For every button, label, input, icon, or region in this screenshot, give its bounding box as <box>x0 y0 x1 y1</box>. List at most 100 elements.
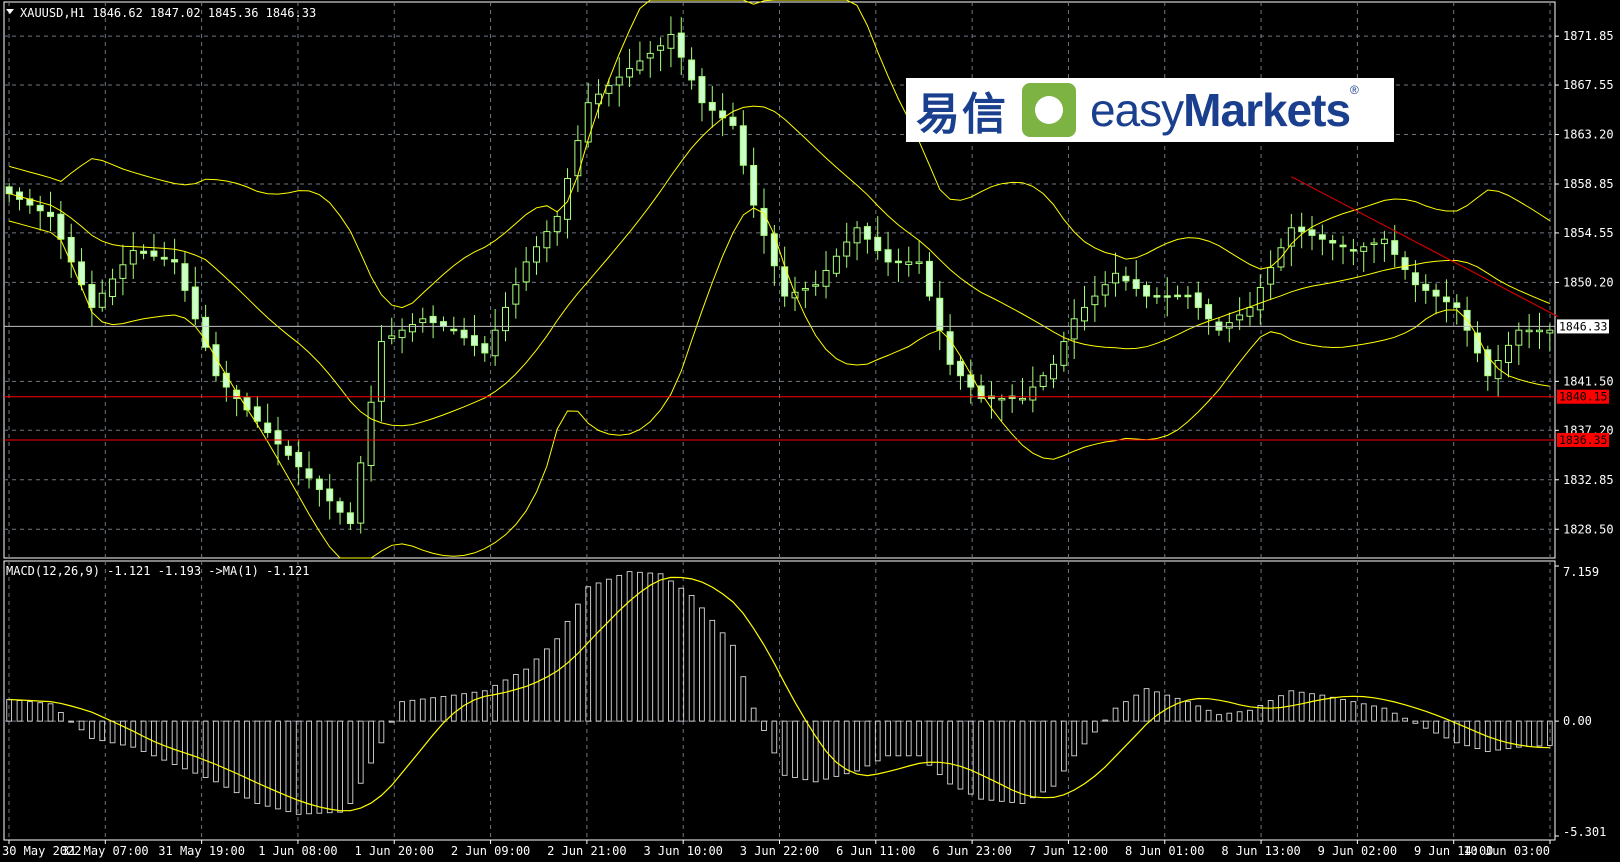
macd-histogram-bar <box>895 720 902 757</box>
candle-bullish <box>1018 397 1026 401</box>
candle-bullish <box>377 341 385 402</box>
candle-bullish <box>584 102 592 143</box>
time-tick-label: 9 Jun 02:00 <box>1318 844 1397 858</box>
candle-bullish <box>129 250 137 265</box>
macd-histogram-bar <box>254 720 261 804</box>
candle-bearish <box>1318 234 1326 240</box>
macd-histogram-bar <box>1371 705 1377 722</box>
candle-bullish <box>812 284 820 287</box>
macd-histogram-bar <box>564 621 571 722</box>
macd-histogram-bar <box>388 720 395 723</box>
macd-histogram-bar <box>1536 720 1543 747</box>
macd-histogram-bar <box>1278 695 1284 722</box>
candle-bullish <box>1535 329 1543 333</box>
candle-bullish <box>501 306 509 332</box>
time-tick-label: 2 Jun 09:00 <box>451 844 530 858</box>
candle-bearish <box>326 488 334 502</box>
macd-histogram-bar <box>1029 720 1036 799</box>
candle-bullish <box>1515 329 1523 346</box>
macd-histogram-bar <box>409 699 416 722</box>
candle-bearish <box>315 478 323 490</box>
macd-histogram-bar <box>730 644 736 722</box>
logo-square-icon <box>1022 83 1076 137</box>
macd-tick-label: 0.00 <box>1563 714 1592 728</box>
candle-bullish <box>822 269 830 287</box>
level-price-label: 1840.15 <box>1559 390 1607 404</box>
macd-histogram-bar <box>1433 720 1439 734</box>
time-tick-label: 3 Jun 22:00 <box>740 844 819 858</box>
candle-bearish <box>750 164 758 206</box>
candle-bearish <box>1194 292 1202 308</box>
macd-histogram-bar <box>244 720 250 799</box>
macd-histogram-bar <box>440 695 447 722</box>
macd-histogram-bar <box>326 720 333 814</box>
candle-bearish <box>439 321 447 327</box>
macd-histogram-bar <box>709 619 716 722</box>
macd-histogram-bar <box>1298 691 1305 722</box>
candle-bullish <box>626 68 634 78</box>
macd-histogram-bar <box>151 720 157 757</box>
macd-histogram-bar <box>1526 720 1533 748</box>
candle-bearish <box>150 250 158 257</box>
macd-histogram-bar <box>1071 720 1078 757</box>
candle-bearish <box>1339 244 1347 248</box>
macd-histogram-bar <box>1464 720 1470 747</box>
candle-bearish <box>1153 295 1161 298</box>
macd-histogram-bar <box>1102 719 1109 722</box>
macd-histogram-bar <box>1081 720 1088 745</box>
candle-bullish <box>533 246 541 263</box>
candle-bearish <box>47 211 55 217</box>
price-tick-label: 1832.85 <box>1563 473 1614 487</box>
macd-histogram-bar <box>647 572 654 722</box>
candle-bullish <box>1267 267 1275 285</box>
macd-histogram-bar <box>1040 720 1047 793</box>
candle-bullish <box>109 278 117 297</box>
macd-histogram-bar <box>27 701 33 722</box>
macd-histogram-bar <box>678 587 685 722</box>
candle-bearish <box>863 226 871 240</box>
macd-histogram-bar <box>771 720 778 754</box>
macd-histogram-bar <box>1236 711 1243 722</box>
collapse-triangle-icon <box>6 9 14 14</box>
candle-bearish <box>967 374 975 388</box>
candle-bullish <box>1050 363 1058 380</box>
candle-bearish <box>1411 272 1419 286</box>
macd-histogram-bar <box>481 690 488 722</box>
macd-histogram-bar <box>37 702 44 722</box>
price-tick-label: 1871.85 <box>1563 29 1614 43</box>
macd-histogram-bar <box>812 720 819 783</box>
macd-histogram-bar <box>378 720 385 744</box>
macd-histogram-bar <box>781 720 788 776</box>
macd-histogram-bar <box>337 720 343 813</box>
candle-bearish <box>1143 284 1151 297</box>
candle-bearish <box>739 125 747 166</box>
candle-bullish <box>553 215 561 233</box>
macd-histogram-bar <box>1112 707 1119 722</box>
macd-histogram-bar <box>988 720 995 801</box>
candle-bullish <box>512 284 520 305</box>
time-tick-label: 1 Jun 20:00 <box>355 844 434 858</box>
macd-histogram-bar <box>864 720 871 767</box>
candle-bearish <box>1174 294 1182 298</box>
candle-bearish <box>1184 294 1192 298</box>
macd-histogram-bar <box>192 720 199 774</box>
macd-histogram-bar <box>1515 720 1522 748</box>
candle-bullish <box>843 241 851 257</box>
candle-bearish <box>874 236 882 252</box>
macd-histogram-bar <box>1391 712 1398 722</box>
macd-histogram-bar <box>202 720 209 778</box>
candle-bearish <box>894 260 902 264</box>
candle-bearish <box>925 260 933 297</box>
macd-histogram-bar <box>854 720 860 772</box>
macd-histogram-bar <box>285 720 292 813</box>
candle-bullish <box>491 329 499 357</box>
macd-histogram-bar <box>6 699 13 722</box>
level-price-label: 1836.35 <box>1559 433 1607 447</box>
macd-histogram-bar <box>1123 701 1129 722</box>
macd-histogram-bar <box>1060 720 1067 772</box>
candle-bullish <box>543 231 551 249</box>
price-tick-label: 1854.55 <box>1563 226 1614 240</box>
macd-histogram-bar <box>957 720 964 790</box>
candle-bearish <box>1349 249 1357 252</box>
candle-bearish <box>1432 289 1440 297</box>
